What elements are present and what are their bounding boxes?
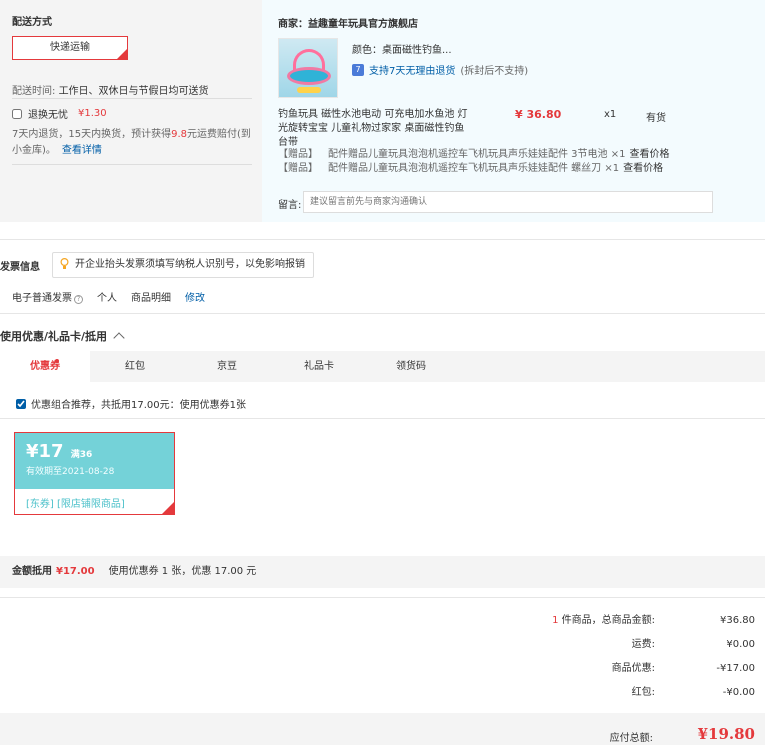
seven-day-return-icon: 7 [352, 63, 364, 76]
shipping-title: 配送方式 [12, 17, 52, 28]
insurance-label: 退换无忧 [28, 110, 68, 121]
invoice-edit-link[interactable]: 修改 [185, 289, 205, 304]
gift-tag: 【赠品】 [278, 163, 318, 174]
insurance-checkbox[interactable] [12, 108, 22, 119]
gift-text: 配件赠品儿童玩具泡泡机遥控车飞机玩具声乐娃娃配件 螺丝刀 ×1 [328, 163, 620, 174]
product-image[interactable] [278, 38, 338, 98]
product-image-base [297, 87, 321, 93]
product-quantity: x1 [604, 109, 617, 120]
selected-corner-icon [117, 49, 127, 59]
product-color: 颜色：桌面磁性钓鱼... [352, 45, 452, 56]
order-top-section: 配送方式 快递运输 配送时间: 工作日、双休日与节假日均可送货 退换无忧 ¥1.… [0, 0, 765, 222]
insurance-desc-num: 9.8 [171, 129, 187, 140]
discount-label: 商品优惠: [611, 663, 655, 674]
goods-label: 1 件商品，总商品金额: [455, 613, 655, 637]
invoice-type: 电子普通发票? [12, 289, 83, 304]
shop-name: 商家：益趣童年玩具官方旗舰店 [278, 19, 418, 30]
section-divider [0, 418, 765, 419]
memo-input[interactable] [303, 191, 713, 213]
coupon-card-header: ¥17 满36 有效期至2021-08-28 [15, 433, 174, 489]
freight-label: 运费: [631, 639, 655, 650]
invoice-content: 商品明细 [131, 293, 171, 304]
insurance-price: ¥1.30 [78, 108, 107, 119]
product-stock: 有货 [646, 113, 666, 124]
shipping-time-value: 工作日、双休日与节假日均可送货 [58, 86, 209, 97]
coupon-summary-amount: ¥17.00 [56, 566, 95, 577]
payable-value: ¥19.80 [697, 725, 755, 743]
section-divider [0, 597, 765, 598]
coupon-summary-label: 金额抵用 [12, 566, 52, 577]
product-name[interactable]: 钓鱼玩具 磁性水池电动 可充电加水鱼池 灯光旋转宝宝 儿童礼物过家家 桌面磁性钓… [278, 108, 474, 150]
selected-corner-icon [162, 502, 174, 514]
coupon-summary: 金额抵用 ¥17.00 使用优惠券 1 张，优惠 17.00 元 [0, 556, 765, 588]
section-divider [0, 313, 765, 314]
coupon-tabs: 优惠券 红包 京豆 礼品卡 领货码 [0, 351, 765, 382]
shipping-option-express[interactable]: 快递运输 [12, 36, 128, 60]
divider [12, 98, 252, 99]
invoice-tip: 开企业抬头发票须填写纳税人识别号，以免影响报销 [52, 252, 314, 278]
invoice-title: 发票信息 [0, 262, 40, 273]
section-divider [0, 239, 765, 240]
payable-bar: 应付总额: ¥19.80 [0, 713, 765, 745]
gift-item: 【赠品】 配件赠品儿童玩具泡泡机遥控车飞机玩具声乐娃娃配件 螺丝刀 ×1 查看价格 [278, 159, 663, 174]
tab-gift-card[interactable]: 礼品卡 [274, 351, 364, 382]
new-dot-icon [55, 359, 59, 363]
return-support: 7 支持7天无理由退货 (拆封后不支持) [352, 62, 528, 77]
freight-value: ¥0.00 [726, 639, 755, 650]
combo-recommend: 优惠组合推荐，共抵用17.00元：使用优惠券1张 [16, 396, 246, 411]
insurance-desc-pre: 7天内退货，15天内换货，预计获得 [12, 129, 172, 140]
lightbulb-icon [60, 258, 69, 269]
shipping-time: 配送时间: 工作日、双休日与节假日均可送货 [12, 82, 209, 97]
tab-red-packet[interactable]: 红包 [90, 351, 180, 382]
coupon-section-title-text: 使用优惠/礼品卡/抵用 [0, 330, 108, 343]
coupon-card[interactable]: ¥17 满36 有效期至2021-08-28 [东券] [限店铺限商品] [14, 432, 175, 515]
invoice-details: 电子普通发票? 个人 商品明细 修改 [12, 289, 205, 304]
totals-row-goods: 1 件商品，总商品金额: ¥36.80 [455, 613, 755, 637]
shop-panel: 商家：益趣童年玩具官方旗舰店 颜色：桌面磁性钓鱼... 7 支持7天无理由退货 … [262, 0, 765, 222]
totals-row-freight: 运费: ¥0.00 [455, 637, 755, 661]
tab-jd-beans[interactable]: 京豆 [182, 351, 272, 382]
insurance-row: 退换无忧 ¥1.30 [12, 106, 107, 121]
memo-label: 留言: [278, 200, 302, 211]
product-image-pool [287, 67, 331, 85]
tab-pickup-code[interactable]: 领货码 [366, 351, 456, 382]
payable-label: 应付总额: [609, 733, 653, 744]
coupon-summary-note: 使用优惠券 1 张，优惠 17.00 元 [108, 566, 257, 577]
tab-coupons[interactable]: 优惠券 [0, 351, 90, 382]
invoice-type-text: 电子普通发票 [12, 293, 72, 304]
redpacket-value: -¥0.00 [722, 687, 755, 698]
shipping-time-label: 配送时间: [12, 86, 56, 97]
return-support-text: 支持7天无理由退货 [369, 66, 456, 77]
goods-label-text: 件商品，总商品金额: [558, 615, 655, 626]
goods-value: ¥36.80 [720, 615, 755, 626]
insurance-details-link[interactable]: 查看详情 [62, 145, 102, 156]
invoice-tip-text: 开企业抬头发票须填写纳税人识别号，以免影响报销 [75, 259, 305, 270]
totals-row-discount: 商品优惠: -¥17.00 [455, 661, 755, 685]
shipping-panel: 配送方式 快递运输 配送时间: 工作日、双休日与节假日均可送货 退换无忧 ¥1.… [0, 0, 262, 222]
coupon-section-title[interactable]: 使用优惠/礼品卡/抵用 [0, 328, 125, 344]
gift-item: 【赠品】 配件赠品儿童玩具泡泡机遥控车飞机玩具声乐娃娃配件 3节电池 ×1 查看价格 [278, 145, 669, 160]
divider [12, 164, 252, 165]
insurance-description: 7天内退货，15天内换货，预计获得9.8元运费赔付(到小金库)。 查看详情 [12, 127, 252, 159]
coupon-expiry: 有效期至2021-08-28 [26, 467, 115, 477]
discount-value: -¥17.00 [716, 663, 755, 674]
invoice-holder: 个人 [97, 293, 117, 304]
redpacket-label: 红包: [631, 687, 655, 698]
chevron-up-icon [113, 332, 125, 344]
coupon-scope: [东券] [限店铺限商品] [26, 499, 125, 510]
order-totals: 1 件商品，总商品金额: ¥36.80 运费: ¥0.00 商品优惠: -¥17… [455, 613, 755, 709]
combo-checkbox[interactable] [16, 398, 26, 409]
coupon-amount: ¥17 [26, 441, 64, 462]
return-support-sub: (拆封后不支持) [460, 66, 529, 77]
gift-price-link[interactable]: 查看价格 [623, 163, 663, 174]
shipping-option-label: 快递运输 [50, 42, 90, 53]
totals-row-redpacket: 红包: -¥0.00 [455, 685, 755, 709]
combo-text: 优惠组合推荐，共抵用17.00元：使用优惠券1张 [31, 400, 246, 411]
product-price: ¥ 36.80 [515, 108, 562, 121]
coupon-condition: 满36 [70, 450, 93, 460]
help-icon[interactable]: ? [74, 295, 83, 304]
